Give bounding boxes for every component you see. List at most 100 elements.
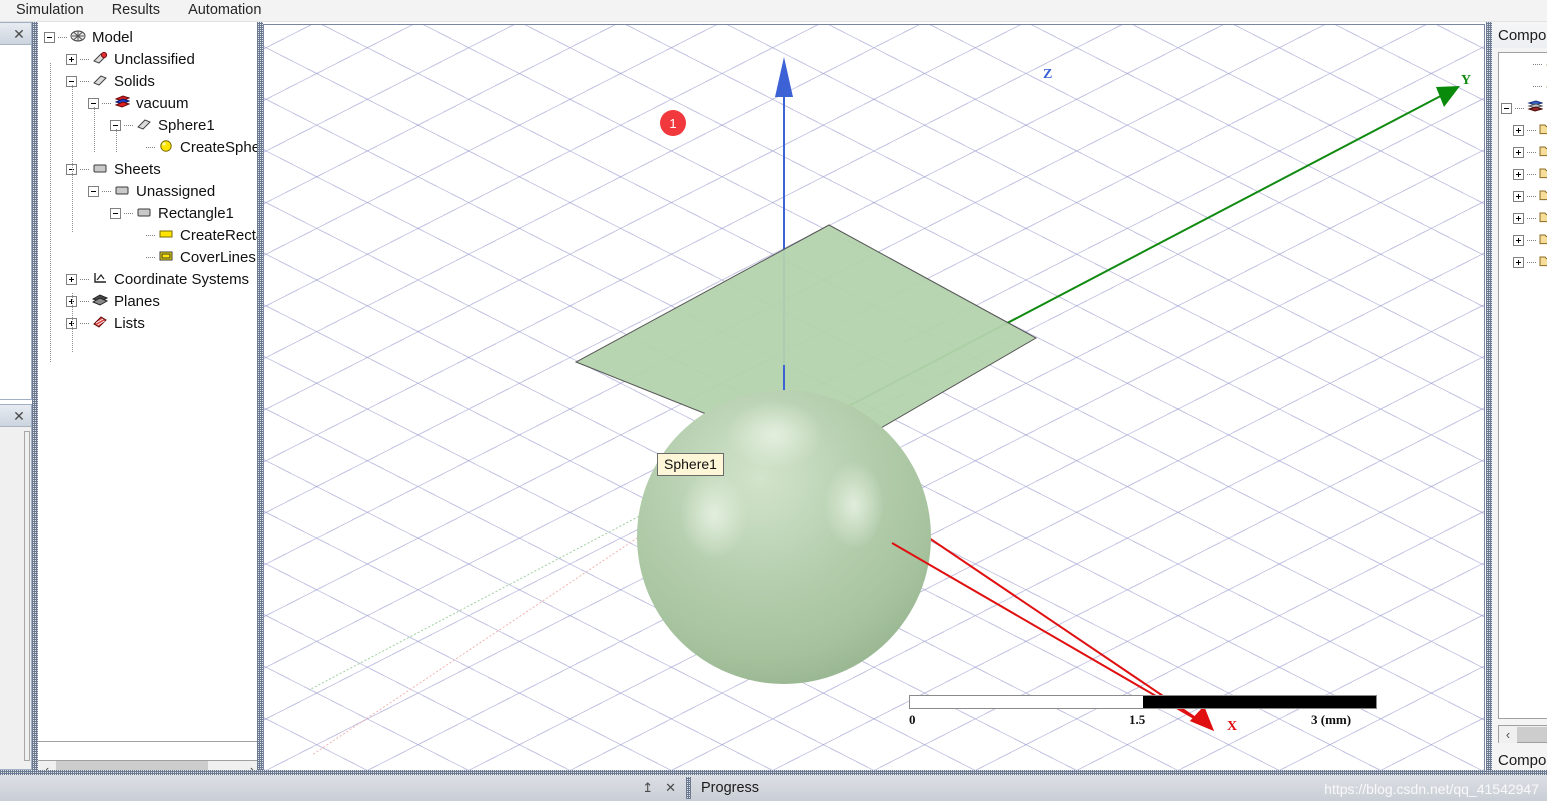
tree-connector	[1527, 151, 1537, 153]
close-icon[interactable]: ✕	[665, 780, 676, 796]
model-icon	[70, 29, 88, 45]
component-tree-item[interactable]	[1499, 229, 1547, 251]
sphere-callout-label[interactable]: Sphere1	[657, 453, 724, 476]
solid-icon	[92, 73, 110, 89]
tree-connector	[102, 102, 112, 104]
tree-guide-line	[72, 292, 73, 352]
sheet-icon	[136, 205, 154, 221]
expand-icon[interactable]	[1513, 212, 1524, 224]
tree-connector	[1515, 107, 1525, 109]
status-bar: ↥ ✕ Progress	[0, 775, 1547, 801]
collapse-icon[interactable]	[1501, 102, 1512, 114]
scale-bar-track	[909, 695, 1377, 709]
tree-connector	[1533, 63, 1543, 65]
tree-guide-line	[50, 62, 51, 362]
tree-item-label: CoverLines	[180, 248, 256, 266]
expand-icon[interactable]	[66, 273, 77, 285]
pin-icon[interactable]: ↥	[642, 780, 653, 796]
component-tree-item[interactable]	[1499, 141, 1547, 163]
tree-connector	[146, 256, 156, 258]
z-axis-label: Z	[1043, 67, 1053, 82]
component-library-tree[interactable]	[1498, 52, 1547, 719]
menu-automation[interactable]: Automation	[176, 1, 273, 20]
tree-connector	[1527, 173, 1537, 175]
expand-icon[interactable]	[66, 53, 77, 65]
tree-item-label: Lists	[114, 314, 145, 332]
component-tree-item[interactable]	[1499, 119, 1547, 141]
annotation-badge-1[interactable]: 1	[660, 110, 686, 136]
material-icon	[114, 95, 132, 111]
component-panel-title: Compon	[1492, 22, 1547, 48]
component-tree-item[interactable]	[1499, 207, 1547, 229]
folder-icon	[1539, 144, 1547, 160]
collapse-icon[interactable]	[110, 207, 121, 219]
collapse-icon[interactable]	[88, 185, 99, 197]
sphere-highlight	[824, 461, 884, 549]
expand-icon[interactable]	[1513, 124, 1524, 136]
component-tree-item[interactable]	[1499, 75, 1547, 97]
component-tree-item[interactable]	[1499, 163, 1547, 185]
sheet-icon	[92, 161, 110, 177]
tree-item-label: vacuum	[136, 94, 189, 112]
scroll-thumb[interactable]	[1517, 726, 1547, 742]
component-horizontal-scrollbar[interactable]: ‹	[1498, 725, 1547, 743]
tree-guide-line	[116, 128, 117, 152]
component-tree-item[interactable]	[1499, 185, 1547, 207]
component-tree-item[interactable]	[1499, 97, 1547, 119]
component-tree-item[interactable]	[1499, 251, 1547, 273]
lists-icon	[92, 315, 110, 331]
collapse-icon[interactable]	[44, 31, 55, 43]
axes-overlay	[308, 57, 1460, 756]
command-cover-icon	[158, 249, 176, 265]
tree-item-unclassified[interactable]: Unclassified	[38, 48, 261, 70]
tree-item-label: Solids	[114, 72, 155, 90]
tree-connector	[1527, 217, 1537, 219]
expand-icon[interactable]	[1513, 256, 1524, 268]
tree-item-coverlines[interactable]: CoverLines	[38, 246, 261, 268]
tree-item-model[interactable]: Model	[38, 26, 261, 48]
component-library-panel: Compon ‹ Compo	[1492, 22, 1547, 771]
tree-connector	[146, 234, 156, 236]
tree-item-coordinate-systems[interactable]: Coordinate Systems	[38, 268, 261, 290]
folder-icon	[1539, 232, 1547, 248]
tree-item-label: Rectangle1	[158, 204, 234, 222]
left-top-dock-header: ✕	[0, 23, 31, 45]
tree-connector	[102, 190, 112, 192]
menu-bar: Simulation Results Automation	[0, 0, 1547, 22]
component-tab[interactable]: Compo	[1498, 752, 1546, 769]
left-bottom-scrollbar[interactable]	[24, 431, 30, 761]
folder-icon	[1539, 166, 1547, 182]
tree-connector	[80, 80, 90, 82]
scroll-left-icon[interactable]: ‹	[1499, 725, 1517, 743]
folder-icon	[1539, 210, 1547, 226]
close-icon[interactable]: ✕	[11, 27, 27, 41]
tree-connector	[1527, 195, 1537, 197]
close-icon[interactable]: ✕	[11, 409, 27, 423]
tree-connector	[146, 146, 156, 148]
scale-tick-0: 0	[909, 712, 916, 727]
z-axis-arrow-icon	[775, 57, 793, 97]
expand-icon[interactable]	[1513, 190, 1524, 202]
tree-guide-line	[94, 106, 95, 152]
folder-icon	[1539, 122, 1547, 138]
menu-simulation[interactable]: Simulation	[4, 1, 96, 20]
planes-icon	[91, 293, 110, 309]
expand-icon[interactable]	[1513, 168, 1524, 180]
command-sphere-icon	[158, 139, 176, 155]
y-axis-label: Y	[1461, 73, 1472, 88]
left-bottom-dock-header: ✕	[0, 405, 31, 427]
project-tree-panel: Model Unclassified Solids vacuum Sphere1 Crea…	[38, 22, 262, 742]
tree-item-label: Model	[92, 28, 133, 46]
component-tree-item[interactable]	[1499, 53, 1547, 75]
3d-viewport[interactable]: Z Y X 1 Sphere1 0 1.5 3 (mm)	[263, 24, 1485, 771]
tree-item-label: Sheets	[114, 160, 161, 178]
left-bottom-dock-panel: ✕	[0, 404, 32, 770]
expand-icon[interactable]	[1513, 146, 1524, 158]
expand-icon[interactable]	[1513, 234, 1524, 246]
folder-icon	[1539, 254, 1547, 270]
scale-tick-mid: 1.5	[1129, 712, 1146, 727]
menu-results[interactable]: Results	[100, 1, 172, 20]
tree-connector	[80, 300, 90, 302]
